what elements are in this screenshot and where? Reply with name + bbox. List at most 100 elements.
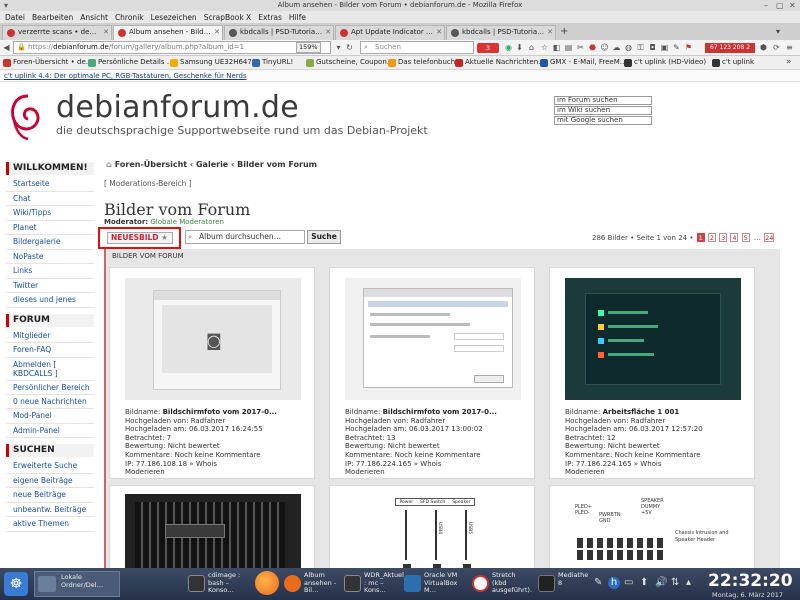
image-thumbnail[interactable] xyxy=(125,494,301,568)
bookmark-5[interactable]: Gutscheine, Coupon… xyxy=(306,58,394,67)
bookmark-7[interactable]: Aktuelle Nachrichten… xyxy=(455,58,545,67)
sync-icon[interactable]: ⟳ xyxy=(772,43,781,52)
home-icon[interactable]: ⌂ xyxy=(106,160,112,169)
moderation-link[interactable]: [ Moderations-Bereich ] xyxy=(104,179,192,188)
back-icon[interactable]: ◀ xyxy=(2,43,11,52)
tab-1[interactable]: verzerrte scans • de… ✕ xyxy=(2,25,112,40)
image-thumbnail[interactable] xyxy=(565,278,741,400)
image-name[interactable]: Bildschirmfoto vom 2017-0... xyxy=(163,408,277,416)
tray-hp-icon[interactable]: h xyxy=(608,577,620,589)
ip-whois-link[interactable]: IP: 77.186.224.165 » Whois xyxy=(565,460,751,469)
image-thumbnail[interactable]: ◙ xyxy=(125,278,301,400)
uploader-link[interactable]: Radfahrer xyxy=(631,417,666,425)
task-folder[interactable]: Lokale Ordner/Del… xyxy=(34,571,120,597)
news-link[interactable]: c't uplink 4.4: Der optimale PC, RGB-Tas… xyxy=(4,72,247,80)
camera-icon[interactable]: ◘ xyxy=(648,43,657,52)
sidebar-item-wiki[interactable]: Wiki/Tipps xyxy=(6,206,94,221)
menu-bearbeiten[interactable]: Bearbeiten xyxy=(32,13,73,22)
site-title[interactable]: debianforum.de xyxy=(56,90,299,125)
sidebar-item-personal[interactable]: Persönlicher Bereich xyxy=(6,381,94,395)
moderate-link[interactable]: Moderieren xyxy=(565,468,751,477)
forum-search-input[interactable]: im Forum suchen xyxy=(554,96,652,105)
tray-tools-icon[interactable]: ✎ xyxy=(594,577,602,588)
image-name[interactable]: Arbeitsfläche 1 001 xyxy=(603,408,680,416)
addon-badge[interactable]: 3 xyxy=(477,43,499,53)
image-name[interactable]: Bildschirmfoto vom 2017-0... xyxy=(383,408,497,416)
close-tab-icon[interactable]: ✕ xyxy=(436,26,442,39)
tray-network-icon[interactable]: ⇅ xyxy=(671,577,679,588)
sidebar-item-planet[interactable]: Planet xyxy=(6,221,94,235)
close-tab-icon[interactable]: ✕ xyxy=(547,26,553,39)
debian-swirl-logo[interactable] xyxy=(6,90,44,140)
bookmark-1[interactable]: Foren-Übersicht • de… xyxy=(3,58,93,67)
album-search-input[interactable]: ⌕ Album durchsuchen… xyxy=(185,230,305,244)
window-menu-icon[interactable]: ▾ xyxy=(4,0,8,11)
uploader-link[interactable]: Radfahrer xyxy=(411,417,446,425)
url-bar[interactable]: 🔒 https://debianforum.de/forum/gallery/a… xyxy=(13,41,331,54)
image-thumbnail[interactable]: Power SFD Switch Speaker USB4 USB5 xyxy=(345,494,521,568)
new-tab-icon[interactable]: + xyxy=(560,26,568,37)
sidebar-item-faq[interactable]: Foren-FAQ xyxy=(6,343,94,358)
sidebar-item-startseite[interactable]: Startseite xyxy=(6,177,94,192)
bookmark-star-icon[interactable]: ☆ xyxy=(540,43,549,52)
sidebar-item-logout[interactable]: Abmelden [ KBDCALLS ] xyxy=(6,358,94,381)
more-bookmarks-icon[interactable]: » xyxy=(786,57,792,67)
tab-2[interactable]: Album ansehen - Bild… ✕ xyxy=(113,25,223,40)
clock-time[interactable]: 22:32:20 xyxy=(708,571,793,591)
smiley-icon[interactable]: ☺ xyxy=(600,43,609,52)
menu-extras[interactable]: Extras xyxy=(258,13,282,22)
abp-icon[interactable]: ⬣ xyxy=(588,43,597,52)
download-icon[interactable]: ⬇ xyxy=(515,43,524,52)
reader-icon[interactable]: ▤ xyxy=(564,43,573,52)
album-search-button[interactable]: Suche xyxy=(307,230,341,244)
extension-icon[interactable]: ⬢ xyxy=(759,43,768,52)
maximize-icon[interactable]: ▢ xyxy=(776,0,784,11)
sidebar-item-unanswered[interactable]: unbeantw. Beiträge xyxy=(6,503,94,517)
sidebar-item-new-posts[interactable]: neue Beiträge xyxy=(6,488,94,503)
menu-hilfe[interactable]: Hilfe xyxy=(289,13,306,22)
menu-ansicht[interactable]: Ansicht xyxy=(80,13,108,22)
sidebar-item-advanced-search[interactable]: Erweiterte Suche xyxy=(6,459,94,474)
menu-chronik[interactable]: Chronik xyxy=(115,13,144,22)
menu-scrapbook[interactable]: ScrapBook X xyxy=(204,13,252,22)
task-terminal-2[interactable]: WDR_Aktuell : mc – Kons… xyxy=(342,572,404,596)
bookmark-3[interactable]: Samsung UE32H647… xyxy=(170,58,259,67)
dropdown-icon[interactable]: ▾ xyxy=(334,43,343,52)
flag-icon[interactable]: ⚑ xyxy=(684,43,693,52)
scrapbook-icon[interactable]: ▣ xyxy=(660,43,669,52)
page-4[interactable]: 4 xyxy=(730,233,739,242)
sidebar-item-links[interactable]: Links xyxy=(6,264,94,279)
google-search-input[interactable]: mit Google suchen xyxy=(554,116,652,125)
close-tab-icon[interactable]: ✕ xyxy=(214,26,220,39)
breadcrumb-text[interactable]: Foren-Übersicht ‹ Galerie ‹ Bilder vom F… xyxy=(115,160,317,169)
ip-whois-link[interactable]: IP: 77.186.224.165 » Whois xyxy=(345,460,531,469)
image-thumbnail[interactable] xyxy=(345,278,521,400)
bookmark-10[interactable]: c't uplink xyxy=(712,58,754,67)
bookmark-6[interactable]: Das telefonbuch xyxy=(388,58,455,67)
menu-lesezeichen[interactable]: Lesezeichen xyxy=(151,13,197,22)
pocket-icon[interactable]: ◧ xyxy=(552,43,561,52)
close-tab-icon[interactable]: ✕ xyxy=(103,26,109,39)
moderate-link[interactable]: Moderieren xyxy=(345,468,531,477)
sidebar-item-misc[interactable]: dieses und jenes xyxy=(6,293,94,308)
page-1[interactable]: 1 xyxy=(696,233,705,242)
sidebar-item-own-posts[interactable]: eigene Beiträge xyxy=(6,474,94,488)
tab-5[interactable]: kbdcalls | PSD-Tutoria… ✕ xyxy=(446,25,556,40)
task-virtualbox[interactable]: Oracle VM VirtualBox M… xyxy=(402,572,464,596)
sidebar-item-admin-panel[interactable]: Admin-Panel xyxy=(6,424,94,438)
page-2[interactable]: 2 xyxy=(707,233,716,242)
bookmark-2[interactable]: Persönliche Details … xyxy=(88,58,174,67)
bookmark-4[interactable]: TinyURL! xyxy=(252,58,293,67)
task-stretch-vm[interactable]: Stretch (kbd ausgeführt)… xyxy=(470,572,532,596)
counter-badge[interactable]: 67 123 208 2 xyxy=(705,43,755,53)
search-field[interactable]: ⌕ Suchen xyxy=(360,41,474,54)
tray-volume-icon[interactable]: 🔊 xyxy=(655,577,667,588)
close-window-icon[interactable]: ✕ xyxy=(789,0,796,11)
tray-clipboard-icon[interactable]: ▭ xyxy=(624,577,633,588)
firefox-icon[interactable] xyxy=(255,571,279,595)
tray-expand-icon[interactable]: ▴ xyxy=(686,577,691,588)
sidebar-item-mod-panel[interactable]: Mod-Panel xyxy=(6,409,94,424)
image-thumbnail[interactable]: PLED+ PLED- PWRBTN GND SPEAKER DUMMY +5V Cha… xyxy=(565,494,741,568)
uploader-link[interactable]: Radfahrer xyxy=(191,417,226,425)
page-last[interactable]: 24 xyxy=(764,233,775,242)
